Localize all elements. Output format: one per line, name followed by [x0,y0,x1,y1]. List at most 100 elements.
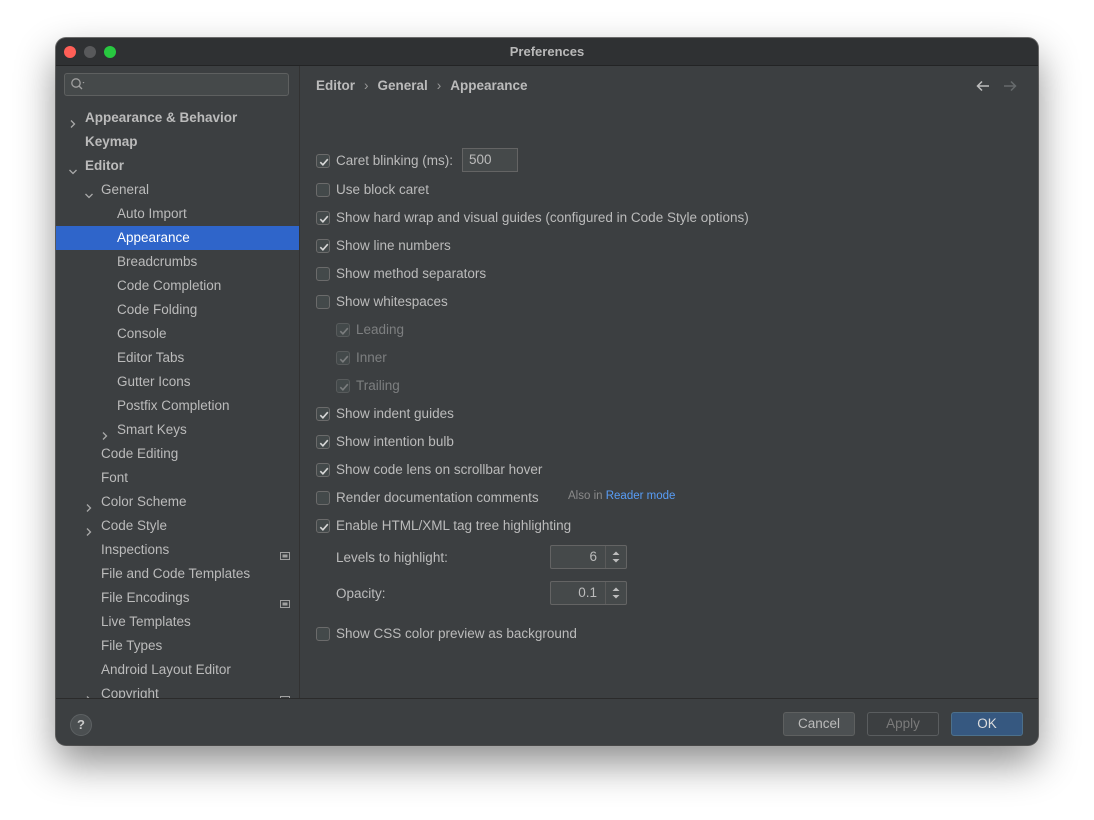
sidebar-item-label: Copyright [101,686,159,698]
sidebar-item-file-types[interactable]: File Types [56,634,299,658]
sidebar-item-editor[interactable]: Editor [56,154,299,178]
sidebar-item-auto-import[interactable]: Auto Import [56,202,299,226]
whitespaces-checkbox[interactable] [316,295,330,309]
render-docs-label: Render documentation comments [336,490,539,505]
checkmark-icon [319,215,329,223]
css-preview-checkbox[interactable] [316,627,330,641]
trailing-label: Trailing [356,378,400,393]
sidebar-item-label: Code Editing [101,446,179,461]
caret-blinking-checkbox[interactable] [316,154,330,168]
trailing-checkbox [336,379,350,393]
hard-wrap-checkbox[interactable] [316,211,330,225]
intention-bulb-label: Show intention bulb [336,434,454,449]
tag-tree-checkbox[interactable] [316,519,330,533]
checkmark-icon [319,467,329,475]
sidebar-item-label: Code Folding [117,302,198,317]
sidebar-item-copyright[interactable]: Copyright [56,682,299,698]
reader-mode-hint: Also in Reader mode [568,490,675,502]
sidebar-item-console[interactable]: Console [56,322,299,346]
sidebar-item-file-encodings[interactable]: File Encodings [56,586,299,610]
caret-blinking-label: Caret blinking (ms): [336,153,454,168]
sidebar-item-label: Android Layout Editor [101,662,231,677]
whitespaces-label: Show whitespaces [336,294,448,309]
sidebar-item-inspections[interactable]: Inspections [56,538,299,562]
levels-value[interactable]: 6 [589,546,597,568]
search-input[interactable] [89,76,283,95]
sidebar-item-font[interactable]: Font [56,466,299,490]
sidebar-item-label: Inspections [101,542,170,557]
forward-arrow-icon[interactable] [1003,80,1017,95]
sidebar-item-general[interactable]: General [56,178,299,202]
appearance-settings-panel: Editor › General › Appearance Caret blinking… [300,66,1038,698]
sidebar-item-android-layout-editor[interactable]: Android Layout Editor [56,658,299,682]
block-caret-checkbox[interactable] [316,183,330,197]
breadcrumb-item[interactable]: General [378,78,428,93]
sidebar-item-label: Smart Keys [117,422,187,437]
search-box[interactable] [64,73,289,96]
code-lens-label: Show code lens on scrollbar hover [336,462,543,477]
sidebar-item-code-completion[interactable]: Code Completion [56,274,299,298]
sidebar-item-smart-keys[interactable]: Smart Keys [56,418,299,442]
chevron-right-icon[interactable] [84,689,94,698]
caret-blinking-ms-input[interactable]: 500 [462,148,518,172]
indent-guides-checkbox[interactable] [316,407,330,421]
sidebar-item-code-style[interactable]: Code Style [56,514,299,538]
project-settings-icon [280,689,290,698]
sidebar-item-postfix-completion[interactable]: Postfix Completion [56,394,299,418]
checkmark-icon [339,327,349,335]
inner-label: Inner [356,350,387,365]
sidebar-item-editor-tabs[interactable]: Editor Tabs [56,346,299,370]
opacity-value[interactable]: 0.1 [578,582,597,604]
checkmark-icon [319,439,329,447]
cancel-button[interactable]: Cancel [783,712,855,736]
opacity-spinner[interactable]: 0.1 [550,581,627,605]
leading-checkbox [336,323,350,337]
hard-wrap-label: Show hard wrap and visual guides (config… [336,210,749,225]
checkmark-icon [339,355,349,363]
sidebar-item-appearance-behavior[interactable]: Appearance & Behavior [56,106,299,130]
sidebar-item-code-folding[interactable]: Code Folding [56,298,299,322]
sidebar-item-label: Editor [85,158,124,173]
sidebar-item-label: Console [117,326,167,341]
help-button[interactable]: ? [70,714,92,736]
sidebar-item-code-editing[interactable]: Code Editing [56,442,299,466]
sidebar-item-label: File and Code Templates [101,566,251,581]
ok-button[interactable]: OK [951,712,1023,736]
window-title: Preferences [509,44,585,59]
breadcrumb-item: Appearance [450,78,528,93]
breadcrumb: Editor › General › Appearance [316,78,528,93]
dialog-button-bar: ? Cancel Apply OK [56,698,1038,745]
checkmark-icon [339,383,349,391]
code-lens-checkbox[interactable] [316,463,330,477]
sidebar-item-color-scheme[interactable]: Color Scheme [56,490,299,514]
apply-button[interactable]: Apply [867,712,939,736]
sidebar-item-label: Auto Import [117,206,187,221]
render-docs-checkbox[interactable] [316,491,330,505]
intention-bulb-checkbox[interactable] [316,435,330,449]
sidebar-item-breadcrumbs[interactable]: Breadcrumbs [56,250,299,274]
sidebar-item-label: Appearance & Behavior [85,110,238,125]
sidebar-item-label: Editor Tabs [117,350,185,365]
spinner-arrows-icon[interactable] [605,582,626,604]
sidebar-item-gutter-icons[interactable]: Gutter Icons [56,370,299,394]
method-separators-label: Show method separators [336,266,487,281]
spinner-arrows-icon[interactable] [605,546,626,568]
sidebar-item-file-and-code-templates[interactable]: File and Code Templates [56,562,299,586]
sidebar-item-label: Keymap [85,134,138,149]
sidebar-item-label: Postfix Completion [117,398,230,413]
breadcrumb-item[interactable]: Editor [316,78,355,93]
title-bar: Preferences [56,38,1038,66]
sidebar-item-keymap[interactable]: Keymap [56,130,299,154]
method-separators-checkbox[interactable] [316,267,330,281]
line-numbers-checkbox[interactable] [316,239,330,253]
back-arrow-icon[interactable] [976,80,990,95]
search-icon [70,77,86,94]
sidebar-item-live-templates[interactable]: Live Templates [56,610,299,634]
tag-tree-label: Enable HTML/XML tag tree highlighting [336,518,572,533]
sidebar-item-label: Gutter Icons [117,374,191,389]
sidebar-item-appearance[interactable]: Appearance [56,226,299,250]
levels-spinner[interactable]: 6 [550,545,627,569]
levels-label: Levels to highlight: [336,550,448,565]
css-preview-label: Show CSS color preview as background [336,626,577,641]
reader-mode-link[interactable]: Reader mode [606,490,676,502]
